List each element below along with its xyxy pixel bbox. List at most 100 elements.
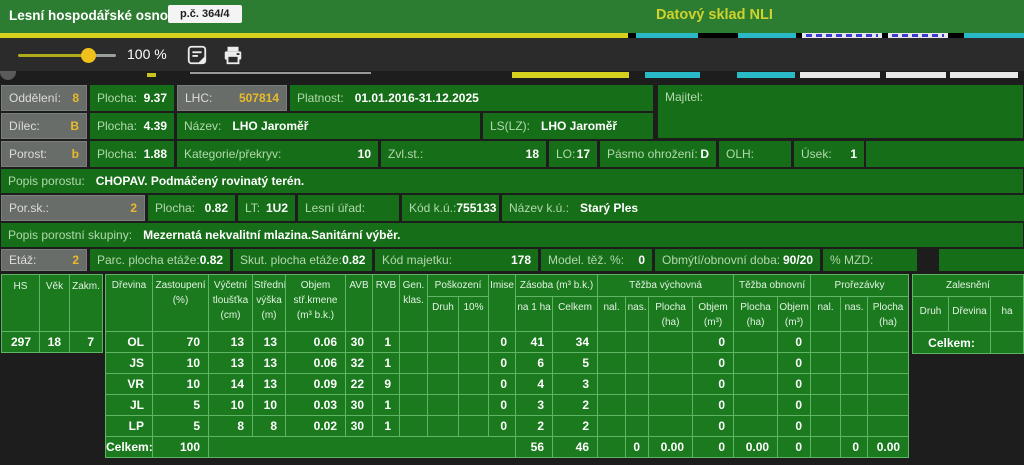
field-label: Úsek: (801, 147, 832, 161)
stripe-fragment (950, 72, 1018, 78)
total-cell: 0 (778, 437, 811, 458)
platnost-field: Platnost: 01.01.2016-31.12.2025 (290, 85, 653, 111)
zalesneni-header-row: Druh Dřevina ha (913, 297, 1024, 332)
field-value: 0.82 (200, 253, 223, 267)
species-cell (649, 374, 693, 395)
hs-table: HS Věk Zakm. 297 18 7 (1, 274, 103, 353)
app-title: Lesní hospodářské osnovy (9, 8, 183, 23)
porost-selector[interactable]: Porost: b (1, 141, 87, 167)
field-value: 90/20 (783, 253, 813, 267)
species-cell (811, 353, 841, 374)
species-cell (868, 395, 909, 416)
field-value: 18 (526, 147, 539, 161)
species-cell: 0 (778, 395, 811, 416)
species-cell: 0 (778, 332, 811, 353)
mzd-field: % MZD: (823, 249, 917, 271)
form-row-popis-porostu: Popis porostu: CHOPAV. Podmáčený rovinat… (1, 169, 1023, 193)
zalesneni-table: Zalesnění Druh Dřevina ha Celkem: (912, 274, 1024, 354)
stripe-fragment (645, 72, 700, 78)
species-cell (459, 332, 489, 353)
lo-field: LO: 17 (549, 141, 597, 167)
species-cell: 1 (373, 416, 400, 437)
species-cell (841, 332, 868, 353)
scrollbar-fragment[interactable] (190, 72, 371, 74)
species-table: Dřevina Zastoupení (%) Výčetní tloušťka … (105, 274, 909, 458)
species-cell: 30 (346, 332, 373, 353)
field-value: 4.39 (144, 119, 167, 133)
field-label: Popis porostní skupiny: (8, 228, 132, 242)
species-cell: 10 (153, 374, 209, 395)
species-cell: 41 (516, 332, 553, 353)
stripe-mark (892, 34, 944, 37)
species-name-cell: OL (106, 332, 153, 353)
objem-m3-header: Objem (m³) (693, 297, 734, 332)
species-cell (400, 374, 428, 395)
lhc-selector[interactable]: LHC: 507814 (177, 85, 287, 111)
species-row: JS1013130.0632106500 (106, 353, 909, 374)
zalesneni-title: Zalesnění (913, 275, 1024, 297)
species-cell (459, 416, 489, 437)
total-cell: 0 (626, 437, 649, 458)
field-value: 0.82 (342, 253, 365, 267)
field-label: Parc. plocha etáže: (97, 253, 200, 267)
species-cell: 1 (373, 395, 400, 416)
field-value: 2 (72, 253, 79, 267)
species-cell (734, 332, 778, 353)
prorezavky-group-header: Prořezávky (811, 275, 909, 297)
field-value: 178 (511, 253, 531, 267)
olh-field: OLH: (719, 141, 791, 167)
species-cell: 1 (373, 353, 400, 374)
species-cell: 2 (553, 416, 598, 437)
species-row: LP5880.0230102200 (106, 416, 909, 437)
zoom-slider-track[interactable] (18, 54, 88, 57)
objem-m3-header: Objem (m³) (778, 297, 811, 332)
porsk-selector[interactable]: Por.sk.: 2 (1, 195, 145, 221)
total-cell (811, 437, 841, 458)
nas-header: nas. (841, 297, 868, 332)
dilec-selector[interactable]: Dílec: B (1, 113, 87, 139)
species-cell (734, 353, 778, 374)
species-cell (868, 332, 909, 353)
species-cell (626, 395, 649, 416)
druh-header: Druh (913, 297, 949, 332)
species-cell: 0 (489, 395, 516, 416)
field-label: Plocha: (97, 91, 137, 105)
species-cell (649, 353, 693, 374)
lesni-urad-field: Lesní úřad: (298, 195, 399, 221)
zasoba-group-header: Zásoba (m³ b.k.) (516, 275, 598, 297)
species-cell: 0 (778, 353, 811, 374)
form-row-dilec: Dílec: B Plocha: 4.39 Název: LHO Jaroměř… (1, 113, 653, 139)
species-cell: 5 (153, 395, 209, 416)
majitel-field: Majitel: (658, 85, 1023, 138)
species-cell (868, 374, 909, 395)
field-value: 2 (130, 201, 137, 215)
species-cell: 1 (373, 332, 400, 353)
species-cell (400, 416, 428, 437)
tezba-obnovni-group-header: Těžba obnovní (734, 275, 811, 297)
stripe-fragment (800, 72, 880, 78)
species-cell (811, 332, 841, 353)
species-cell (626, 416, 649, 437)
nas-header: nas. (626, 297, 649, 332)
field-label: OLH: (726, 147, 754, 161)
etaz-selector[interactable]: Etáž: 2 (1, 249, 87, 271)
pasmo-field: Pásmo ohrožení: D (600, 141, 716, 167)
skut-plocha-field: Skut. plocha etáže: 0.82 (233, 249, 372, 271)
total-label-cell: Celkem: (106, 437, 153, 458)
species-cell: 10 (253, 395, 286, 416)
imise-header: Imise (489, 275, 516, 332)
note-icon[interactable] (186, 44, 208, 66)
species-total-row: Celkem:100564600.0000.00000.00 (106, 437, 909, 458)
plocha-ha-header: Plocha (ha) (649, 297, 693, 332)
field-value: LHO Jaroměř (232, 119, 308, 133)
species-cell: 3 (553, 374, 598, 395)
tloustka-header: Výčetní tloušťka (cm) (209, 275, 253, 332)
species-cell: 0 (489, 332, 516, 353)
field-label: LHC: (185, 91, 212, 105)
field-value: 755133 (456, 201, 496, 215)
oddeleni-selector[interactable]: Oddělení: 8 (1, 85, 87, 111)
zoom-slider-handle[interactable] (81, 48, 96, 63)
printer-icon[interactable] (222, 44, 244, 66)
field-label: Lesní úřad: (305, 201, 365, 215)
species-cell: 14 (209, 374, 253, 395)
